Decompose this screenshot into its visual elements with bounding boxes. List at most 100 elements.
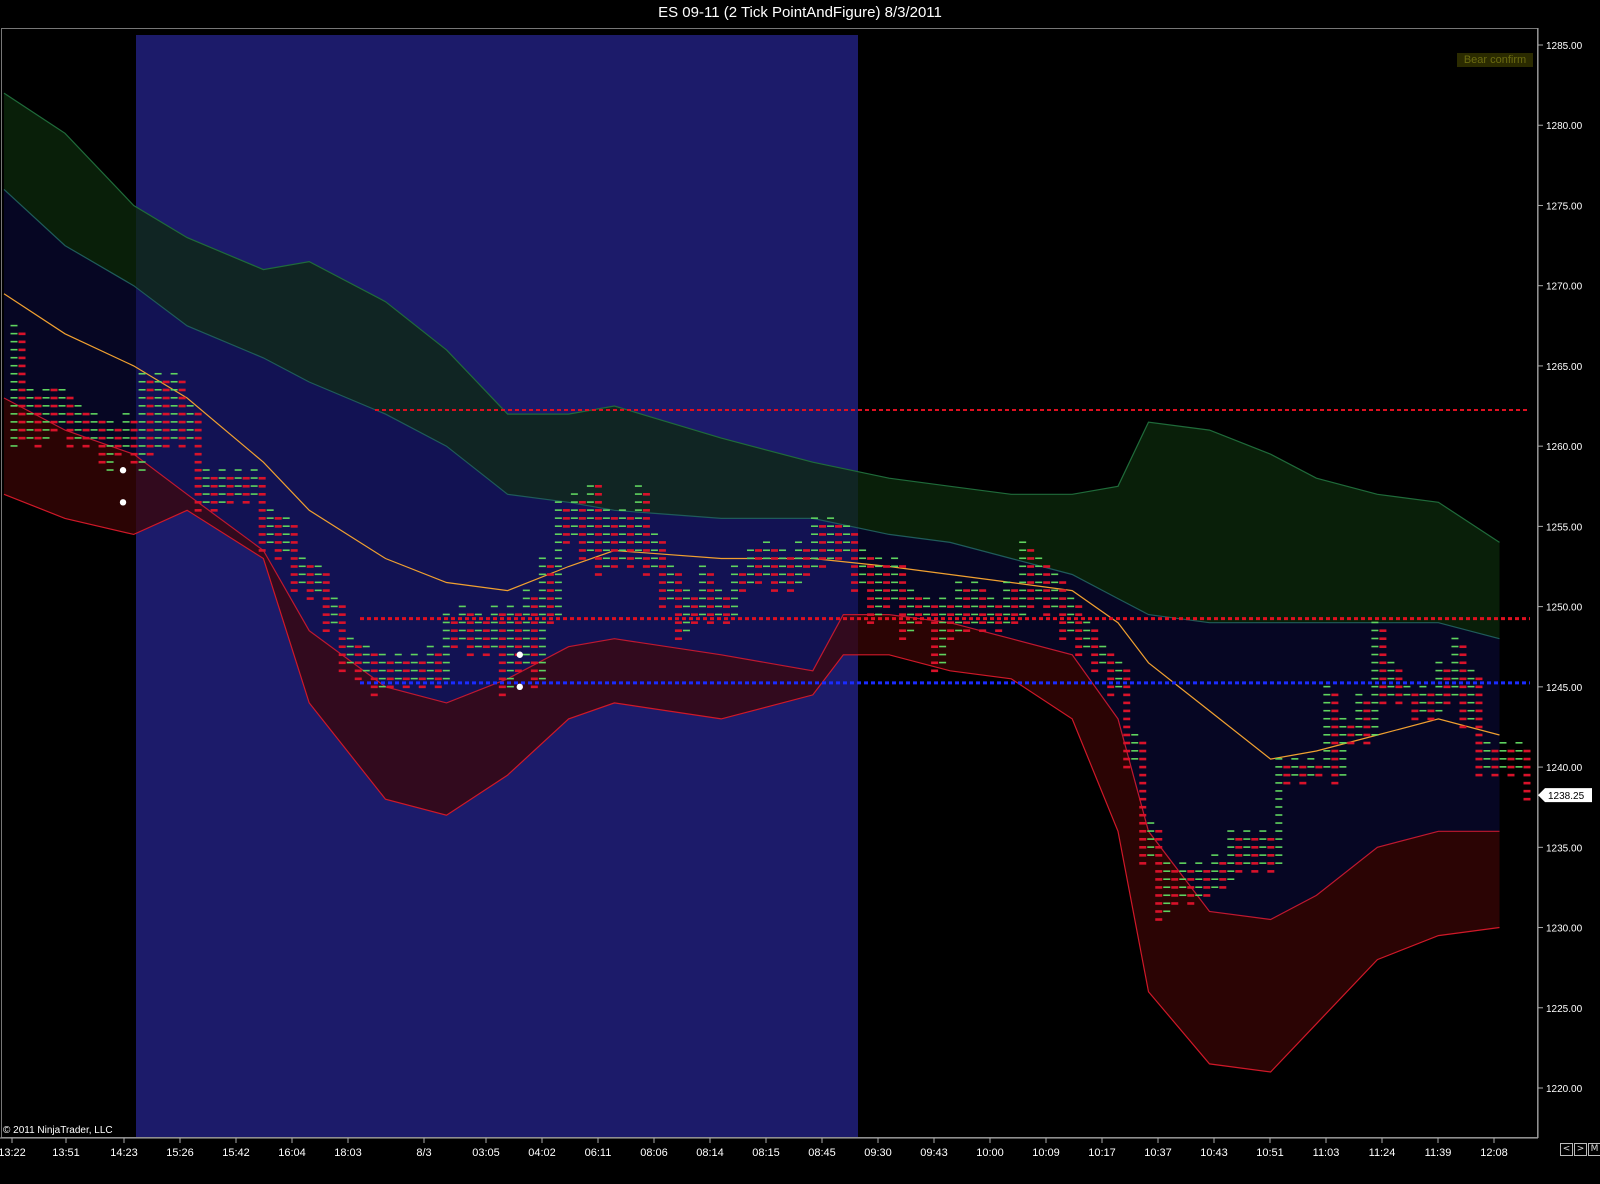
pnf-x-box: [891, 581, 899, 584]
pnf-o-box: [1331, 701, 1339, 705]
menu-button[interactable]: M: [1588, 1143, 1600, 1156]
pnf-x-box: [202, 469, 210, 471]
pnf-x-box: [330, 597, 338, 600]
x-tick-label: 14:23: [110, 1147, 138, 1159]
pnf-x-box: [859, 557, 867, 560]
pnf-o-box: [1379, 661, 1387, 665]
pnf-x-box: [1019, 565, 1027, 568]
pnf-o-box: [1139, 862, 1147, 865]
pnf-o-box: [530, 677, 538, 681]
pnf-x-box: [474, 613, 482, 616]
pnf-o-box: [258, 492, 266, 496]
pnf-o-box: [658, 597, 666, 600]
pnf-o-box: [498, 613, 506, 616]
pnf-o-box: [1379, 637, 1387, 641]
pnf-o-box: [562, 541, 570, 544]
pnf-x-box: [1003, 605, 1011, 608]
pnf-x-box: [90, 421, 98, 423]
pnf-x-box: [42, 437, 50, 439]
pnf-x-box: [10, 324, 18, 327]
pnf-x-box: [746, 573, 754, 576]
pnf-x-box: [586, 517, 594, 519]
pnf-x-box: [538, 597, 546, 600]
pnf-o-box: [1139, 765, 1147, 769]
pnf-x-box: [634, 549, 642, 552]
pnf-o-box: [1459, 669, 1467, 673]
pnf-x-box: [1035, 581, 1043, 584]
pnf-o-box: [210, 492, 218, 496]
pnf-o-box: [674, 605, 682, 608]
pnf-x-box: [570, 517, 578, 519]
y-tick-label: 1275.00: [1546, 201, 1583, 212]
pnf-x-box: [570, 509, 578, 511]
pnf-o-box: [1203, 886, 1211, 889]
pnf-x-box: [827, 541, 835, 544]
pnf-x-box: [1467, 685, 1475, 688]
pnf-o-box: [178, 396, 186, 400]
pnf-o-box: [466, 645, 474, 649]
pnf-o-box: [1139, 789, 1147, 793]
pnf-o-box: [1475, 765, 1483, 769]
pnf-o-box: [1027, 557, 1035, 560]
pnf-x-box: [442, 621, 450, 624]
pnf-o-box: [1155, 902, 1163, 905]
pnf-o-box: [322, 573, 330, 576]
pnf-o-box: [626, 517, 634, 520]
pnf-o-box: [530, 645, 538, 649]
chart-svg[interactable]: 1285.00 1280.00 1275.00 1270.00 1265.00 1260.…: [0, 0, 1600, 1184]
x-tick-label: 08:15: [752, 1147, 780, 1159]
pnf-x-box: [1403, 685, 1411, 688]
pnf-x-box: [811, 549, 819, 552]
pnf-o-box: [562, 517, 570, 520]
pnf-o-box: [338, 637, 346, 641]
pnf-o-box: [771, 589, 779, 592]
pnf-x-box: [891, 557, 899, 560]
pnf-x-box: [1227, 846, 1235, 848]
pnf-x-box: [746, 549, 754, 552]
pnf-o-box: [242, 484, 250, 488]
signal-dot: [119, 499, 127, 506]
pnf-o-box: [1475, 701, 1483, 705]
pnf-o-box: [162, 412, 170, 416]
pnf-o-box: [482, 653, 490, 657]
pnf-o-box: [1155, 878, 1163, 881]
pnf-o-box: [546, 613, 554, 616]
pnf-x-box: [522, 629, 530, 632]
scroll-left-button[interactable]: <: [1560, 1143, 1573, 1156]
pnf-x-box: [1211, 870, 1219, 872]
pnf-x-box: [490, 621, 498, 624]
pnf-x-box: [1483, 742, 1491, 744]
pnf-x-box: [955, 629, 963, 632]
pnf-o-box: [1123, 717, 1131, 721]
pnf-o-box: [915, 621, 923, 624]
pnf-x-box: [586, 533, 594, 536]
pnf-x-box: [682, 613, 690, 616]
pnf-o-box: [530, 621, 538, 624]
pnf-x-box: [939, 621, 947, 624]
pnf-x-box: [122, 429, 130, 431]
pnf-x-box: [1019, 541, 1027, 544]
pnf-o-box: [546, 621, 554, 624]
pnf-o-box: [594, 492, 602, 496]
pnf-o-box: [979, 621, 987, 624]
pnf-o-box: [1123, 757, 1131, 761]
pnf-o-box: [803, 565, 811, 568]
pnf-o-box: [434, 685, 442, 689]
pnf-o-box: [1331, 781, 1339, 785]
pnf-x-box: [907, 621, 915, 624]
pnf-o-box: [722, 613, 730, 616]
pnf-o-box: [931, 621, 939, 624]
pnf-x-box: [106, 421, 114, 423]
pnf-o-box: [979, 613, 987, 616]
pnf-x-box: [506, 685, 514, 688]
scroll-right-button[interactable]: >: [1574, 1143, 1587, 1156]
pnf-x-box: [154, 437, 162, 439]
pnf-o-box: [979, 629, 987, 632]
pnf-x-box: [1083, 645, 1091, 648]
pnf-x-box: [490, 605, 498, 608]
pnf-o-box: [130, 420, 138, 424]
pnf-x-box: [875, 573, 883, 576]
pnf-x-box: [266, 525, 274, 527]
pnf-o-box: [274, 525, 282, 528]
pnf-x-box: [58, 388, 66, 391]
